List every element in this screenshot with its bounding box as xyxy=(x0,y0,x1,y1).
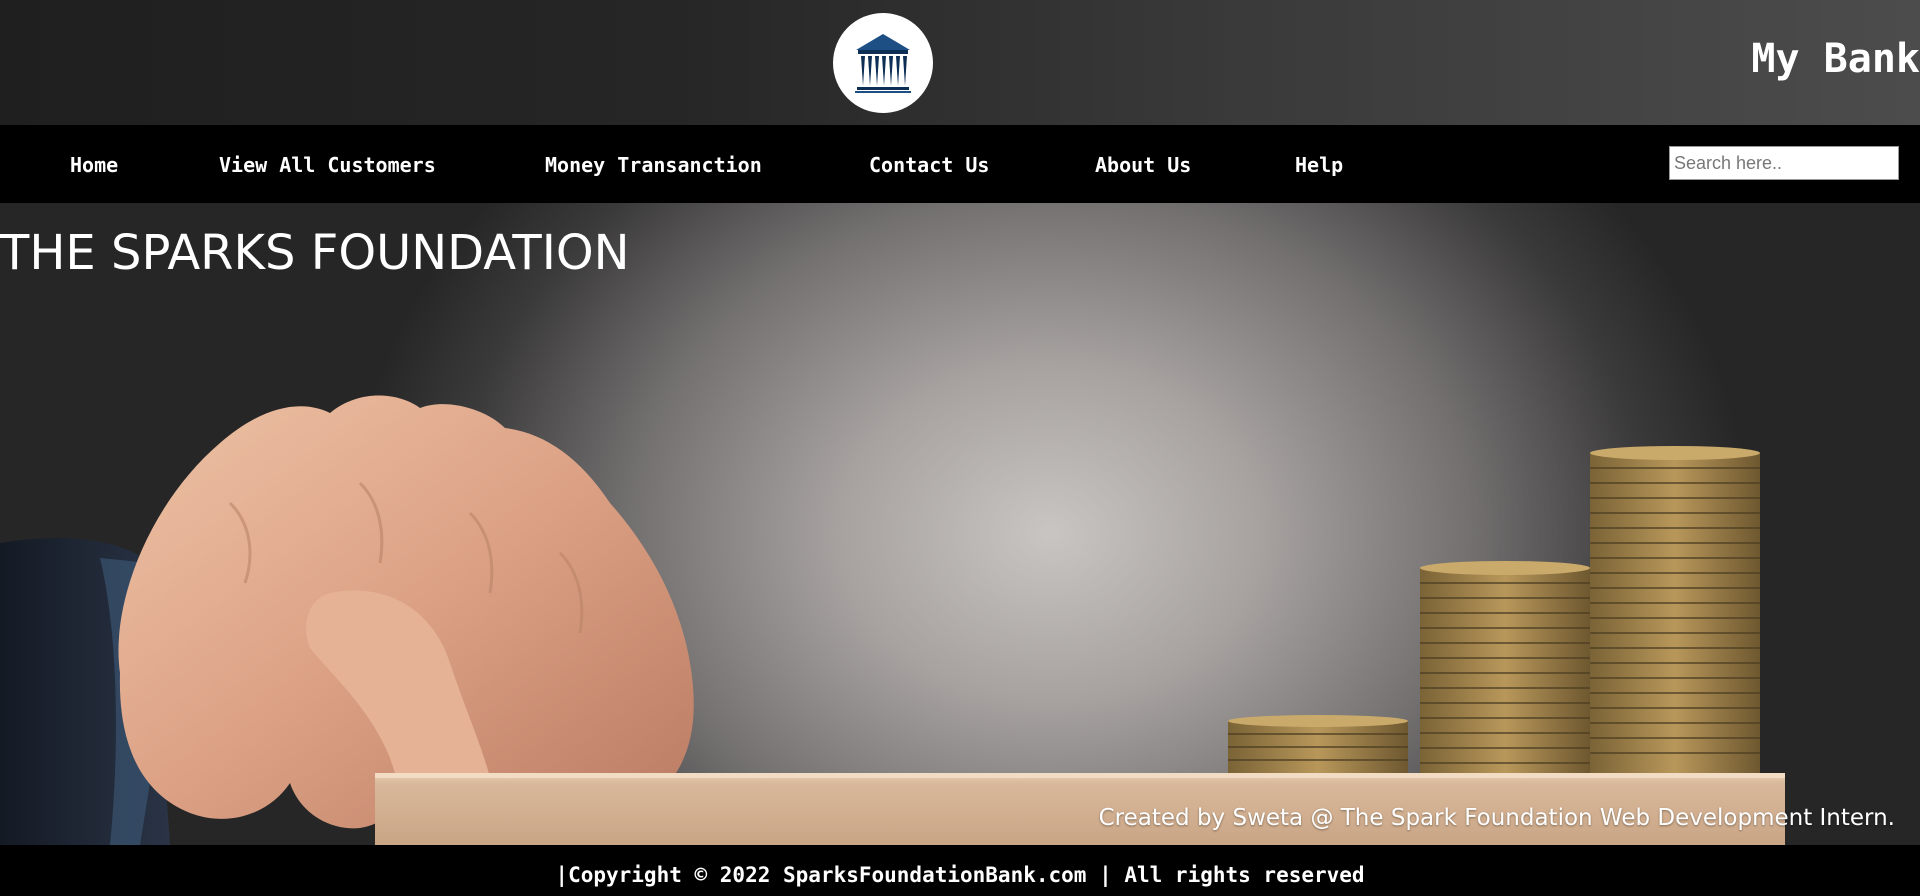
nav-about-us[interactable]: About Us xyxy=(1095,153,1191,177)
nav-view-all-customers[interactable]: View All Customers xyxy=(219,153,436,177)
coin-stack-medium xyxy=(1420,561,1590,773)
coin-stack-tall xyxy=(1590,446,1760,773)
site-footer: |Copyright © 2022 SparksFoundationBank.c… xyxy=(0,845,1920,896)
hero-image-hand-coins xyxy=(0,395,1785,845)
coin-stack-small xyxy=(1228,715,1408,773)
bank-logo[interactable] xyxy=(833,13,933,113)
copyright-text: |Copyright © 2022 SparksFoundationBank.c… xyxy=(555,863,1365,887)
main-nav: Home View All Customers Money Transancti… xyxy=(0,125,1920,203)
hero-title: THE SPARKS FOUNDATION xyxy=(0,225,630,281)
nav-home[interactable]: Home xyxy=(70,153,118,177)
nav-money-transaction[interactable]: Money Transanction xyxy=(545,153,762,177)
bank-building-icon xyxy=(855,34,911,93)
hero-credit: Created by Sweta @ The Spark Foundation … xyxy=(1098,805,1895,831)
site-header: My Bank xyxy=(0,0,1920,125)
hero-banner: THE SPARKS FOUNDATION Created by Sweta @… xyxy=(0,203,1920,845)
nav-help[interactable]: Help xyxy=(1295,153,1343,177)
nav-contact-us[interactable]: Contact Us xyxy=(869,153,989,177)
search-input[interactable] xyxy=(1669,146,1899,180)
site-brand: My Bank xyxy=(1751,36,1920,82)
